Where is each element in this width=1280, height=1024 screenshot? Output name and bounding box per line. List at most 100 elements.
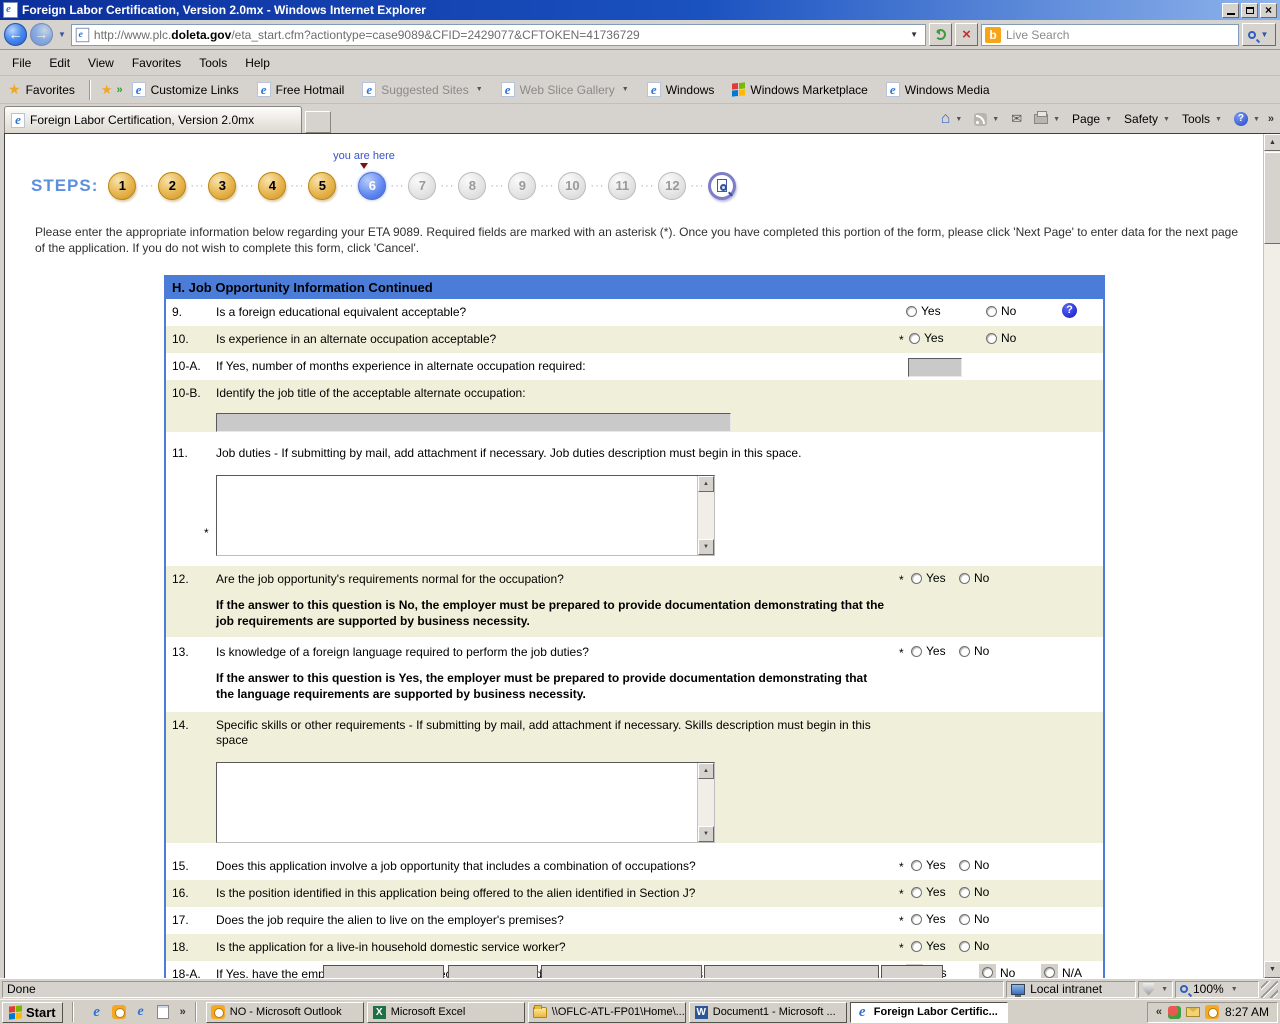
taskbar-button[interactable]: NO - Microsoft Outlook	[206, 1002, 364, 1023]
page-menu[interactable]: Page▼	[1068, 110, 1116, 128]
radio-no[interactable]: No	[959, 912, 989, 926]
favorites-link[interactable]: eWeb Slice Gallery▼	[492, 79, 638, 100]
favorites-link[interactable]: eSuggested Sites▼	[353, 79, 491, 100]
radio-no[interactable]: No	[959, 858, 989, 872]
tab-foreign-labor-certification[interactable]: e Foreign Labor Certification, Version 2…	[4, 106, 302, 133]
step-9[interactable]: 9	[508, 172, 536, 200]
overflow-chevron-icon[interactable]: »	[1268, 113, 1274, 125]
menu-item-tools[interactable]: Tools	[191, 52, 237, 74]
scroll-up-icon[interactable]: ▲	[1264, 134, 1280, 151]
forward-button[interactable]: ←	[30, 23, 53, 46]
bottom-button[interactable]	[323, 965, 444, 978]
bottom-button[interactable]	[704, 965, 879, 978]
clock-icon[interactable]	[111, 1004, 127, 1020]
radio-no[interactable]: No	[959, 885, 989, 899]
radio-yes[interactable]: Yes	[911, 644, 946, 658]
scroll-up-icon[interactable]: ▲	[698, 763, 714, 779]
address-dropdown-icon[interactable]: ▼	[906, 30, 922, 39]
textarea-scrollbar[interactable]: ▲▼	[697, 763, 714, 842]
radio-no[interactable]: No	[959, 939, 989, 953]
quick-launch-overflow-icon[interactable]: »	[180, 1006, 186, 1018]
radio-yes[interactable]: Yes	[906, 304, 941, 318]
radio-no[interactable]: No	[986, 331, 1016, 345]
menu-item-file[interactable]: File	[4, 52, 41, 74]
restore-button[interactable]	[1241, 3, 1258, 18]
help-button[interactable]: ?	[1062, 303, 1077, 318]
favorites-link[interactable]: eFree Hotmail	[248, 79, 354, 100]
favorites-link[interactable]: Windows Marketplace	[723, 80, 876, 100]
stop-button[interactable]: ×	[955, 23, 978, 46]
step-3[interactable]: 3	[208, 172, 236, 200]
add-to-favorites-bar-icon[interactable]: ★»	[97, 82, 123, 98]
step-5[interactable]: 5	[308, 172, 336, 200]
months-input[interactable]	[908, 358, 962, 377]
radio-no[interactable]: No	[959, 571, 989, 585]
internet-explorer-icon[interactable]: e	[89, 1004, 105, 1020]
step-11[interactable]: 11	[608, 172, 636, 200]
menu-item-help[interactable]: Help	[237, 52, 280, 74]
minimize-button[interactable]	[1222, 3, 1239, 18]
new-tab-button[interactable]	[305, 111, 331, 133]
bottom-button[interactable]	[541, 965, 702, 978]
start-button[interactable]: Start	[2, 1002, 63, 1023]
home-button[interactable]: ⌂▼	[937, 110, 967, 128]
taskbar-button[interactable]: \\OFLC-ATL-FP01\Home\...	[528, 1002, 686, 1023]
step-4[interactable]: 4	[258, 172, 286, 200]
protected-mode-button[interactable]: ▼	[1138, 981, 1173, 998]
taskbar-button[interactable]: XMicrosoft Excel	[367, 1002, 525, 1023]
refresh-button[interactable]	[929, 23, 952, 46]
favorites-link[interactable]: eWindows Media	[877, 79, 999, 100]
bottom-button[interactable]	[881, 965, 943, 978]
step-12[interactable]: 12	[658, 172, 686, 200]
search-button[interactable]: ▼	[1242, 23, 1276, 46]
radio-yes[interactable]: Yes	[909, 331, 944, 345]
zoom-control[interactable]: 100% ▼	[1175, 981, 1259, 998]
radio-yes[interactable]: Yes	[911, 885, 946, 899]
users-tray-icon[interactable]	[1167, 1005, 1182, 1020]
favorites-link[interactable]: eCustomize Links	[123, 79, 248, 100]
tools-menu[interactable]: Tools▼	[1178, 110, 1226, 128]
address-field[interactable]: e http://www.plc.doleta.gov/eta_start.cf…	[71, 24, 926, 46]
radio-yes[interactable]: Yes	[911, 858, 946, 872]
radio-no[interactable]: No	[959, 644, 989, 658]
radio-no[interactable]: No	[979, 964, 1015, 978]
tray-collapse-icon[interactable]: «	[1156, 1006, 1162, 1018]
favorites-button[interactable]: ★ Favorites	[6, 78, 83, 101]
job-title-input[interactable]	[216, 413, 731, 432]
taskbar-button[interactable]: WDocument1 - Microsoft ...	[689, 1002, 847, 1023]
recent-pages-icon[interactable]: ▼	[58, 30, 66, 39]
vertical-scrollbar[interactable]: ▲ ▼	[1263, 134, 1280, 978]
radio-no[interactable]: No	[986, 304, 1016, 318]
taskbar-button[interactable]: eForeign Labor Certific...	[850, 1002, 1008, 1023]
resize-grip[interactable]	[1261, 981, 1278, 998]
menu-item-edit[interactable]: Edit	[41, 52, 80, 74]
bottom-button[interactable]	[448, 965, 538, 978]
feeds-button[interactable]: ▼	[970, 111, 1003, 128]
step-6[interactable]: 6	[358, 172, 386, 200]
scroll-down-icon[interactable]: ▼	[698, 826, 714, 842]
scrollbar-thumb[interactable]	[1264, 152, 1280, 244]
step-7[interactable]: 7	[408, 172, 436, 200]
description-textarea[interactable]: ▲▼	[216, 475, 715, 556]
scroll-down-icon[interactable]: ▼	[1264, 961, 1280, 978]
radio-yes[interactable]: Yes	[911, 939, 946, 953]
menu-item-view[interactable]: View	[80, 52, 124, 74]
help-button[interactable]: ?▼	[1230, 110, 1264, 128]
print-button[interactable]: ▼	[1030, 112, 1064, 126]
description-textarea[interactable]: ▲▼	[216, 762, 715, 843]
step-10[interactable]: 10	[558, 172, 586, 200]
step-1[interactable]: 1	[108, 172, 136, 200]
radio-yes[interactable]: Yes	[911, 571, 946, 585]
read-mail-button[interactable]: ✉	[1007, 109, 1026, 129]
clock-tray-icon[interactable]	[1205, 1005, 1220, 1020]
safety-menu[interactable]: Safety▼	[1120, 110, 1174, 128]
back-button[interactable]: ←	[4, 23, 27, 46]
scroll-down-icon[interactable]: ▼	[698, 539, 714, 555]
document-icon[interactable]	[155, 1004, 171, 1020]
scroll-up-icon[interactable]: ▲	[698, 476, 714, 492]
search-input[interactable]: b Live Search	[981, 24, 1239, 46]
step-2[interactable]: 2	[158, 172, 186, 200]
mail-tray-icon[interactable]	[1186, 1005, 1201, 1020]
menu-item-favorites[interactable]: Favorites	[124, 52, 191, 74]
step-preview-button[interactable]	[708, 172, 736, 200]
